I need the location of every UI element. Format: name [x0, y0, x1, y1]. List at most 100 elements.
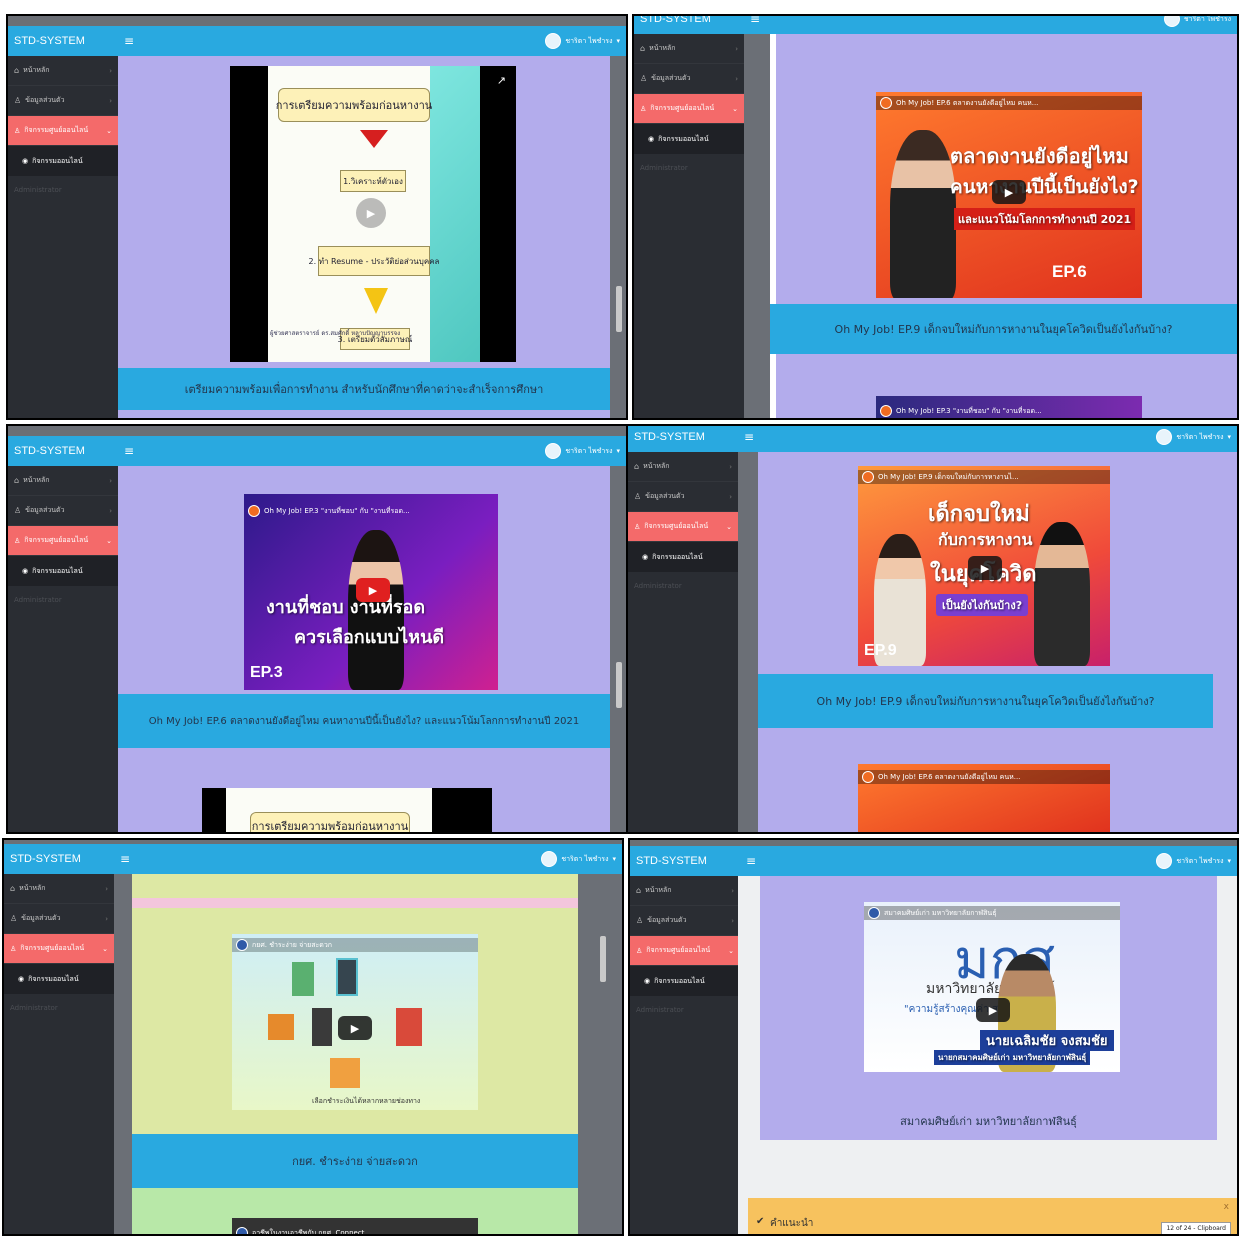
user-icon: ♙ [636, 946, 643, 955]
sidebar-subitem-online[interactable]: ◉ กิจกรรมออนไลน์ [630, 966, 740, 996]
user-icon: ♙ [634, 492, 642, 501]
user-icon: ♙ [640, 74, 648, 83]
user-menu[interactable]: ชาริตา ไพชำรง ▾ [545, 443, 626, 459]
video-caption: Oh My Job! EP.6 ตลาดงานยังดีอยู่ไหม คนหา… [118, 694, 610, 748]
play-icon[interactable]: ▶ [338, 1016, 372, 1040]
avatar [545, 443, 562, 459]
sidebar-item-activities[interactable]: ♙ กิจกรรมศูนย์ออนไลน์ ⌄ [4, 934, 114, 964]
panel-4: STD-SYSTEM ≡ ชาริตา ไพชำรง ▾ ⌂ หน้าหลัก › ♙… [626, 424, 1239, 834]
sidebar-item-profile[interactable]: ♙ ข้อมูลส่วนตัว › [8, 86, 118, 116]
video-player[interactable]: Oh My Job! EP.9 เด็กจบใหม่กับการหางานไ..… [858, 466, 1110, 666]
sidebar-subitem-online[interactable]: ◉ กิจกรรมออนไลน์ [8, 556, 118, 586]
sidebar-item-profile[interactable]: ♙ ข้อมูลส่วนตัว › [628, 482, 738, 512]
brand[interactable]: STD-SYSTEM [8, 445, 118, 457]
sidebar-item-activities[interactable]: ♙ กิจกรรมศูนย์ออนไลน์ ⌄ [634, 94, 744, 124]
channel-icon [862, 471, 874, 483]
brand[interactable]: STD-SYSTEM [630, 855, 740, 867]
sidebar-subitem-online[interactable]: ◉ กิจกรรมออนไลน์ [8, 146, 118, 176]
sidebar-admin-label: Administrator [634, 582, 682, 590]
home-icon: ⌂ [14, 476, 20, 485]
episode-label: EP.9 [864, 642, 897, 659]
user-menu[interactable]: ชาริตา ไพชำรง ▾ [541, 851, 622, 867]
next-video-preview[interactable]: อาชีพในงานอาชีพกับ กยศ. Connect [232, 1218, 478, 1234]
eye-icon: ◉ [22, 157, 29, 165]
sidebar-item-home[interactable]: ⌂ หน้าหลัก › [628, 452, 738, 482]
phone-icon [336, 958, 358, 996]
scrollbar[interactable] [616, 286, 622, 332]
sidebar-item-activities[interactable]: ♙ กิจกรรมศูนย์ออนไลน์ ⌄ [630, 936, 740, 966]
sidebar: ⌂ หน้าหลัก › ♙ ข้อมูลส่วนตัว › ♙ กิจกรรมศูนย์… [8, 56, 118, 418]
next-video-preview[interactable]: Oh My Job! EP.3 "งานที่ชอบ" กับ "งานที่ร… [876, 396, 1142, 418]
video-player[interactable]: สมาคมศิษย์เก่า มหาวิทยาลัยกาฬสินธุ์ มกส … [864, 902, 1120, 1072]
sidebar-admin-label: Administrator [10, 1004, 58, 1012]
speaker-role: นายกสมาคมศิษย์เก่า มหาวิทยาลัยกาฬสินธุ์ [934, 1050, 1091, 1065]
user-icon: ♙ [14, 536, 21, 545]
sidebar-item-home[interactable]: ⌂ หน้าหลัก › [8, 56, 118, 86]
speaker-name: นายเฉลิมชัย จงสมชัย [980, 1030, 1114, 1051]
brand[interactable]: STD-SYSTEM [628, 431, 738, 443]
video-caption: สมาคมศิษย์เก่า มหาวิทยาลัยกาฬสินธุ์ [900, 1115, 1077, 1128]
user-menu[interactable]: ชาริตา ไพชำรง ▾ [1156, 429, 1237, 445]
sidebar-item-home[interactable]: ⌂ หน้าหลัก › [630, 876, 740, 906]
sidebar-item-home[interactable]: ⌂ หน้าหลัก › [8, 466, 118, 496]
sidebar: ⌂ หน้าหลัก › ♙ ข้อมูลส่วนตัว › ♙ กิจกรรมศูนย์… [628, 452, 738, 832]
user-name: ชาริตา ไพชำรง [565, 36, 613, 45]
video-caption: Oh My Job! EP.9 เด็กจบใหม่กับการหางานในย… [770, 304, 1237, 354]
brand[interactable]: STD-SYSTEM [4, 853, 114, 865]
video-player[interactable]: Oh My Job! EP.6 ตลาดงานยังดีอยู่ไหม คนห.… [876, 92, 1142, 298]
sidebar-item-activities[interactable]: ♙ กิจกรรมศูนย์ออนไลน์ ⌄ [628, 512, 738, 542]
play-icon[interactable]: ▶ [356, 578, 390, 602]
next-video-preview[interactable]: การเตรียมความพร้อมก่อนหางาน [202, 788, 492, 832]
video-player[interactable]: Oh My Job! EP.3 "งานที่ชอบ" กับ "งานที่ร… [244, 494, 498, 690]
top-navbar: STD-SYSTEM ≡ ชาริตา ไพชำรง ▾ [4, 844, 622, 874]
episode-label: EP.6 [1052, 262, 1087, 281]
play-icon[interactable]: ▶ [992, 180, 1026, 204]
play-icon[interactable]: ▶ [968, 556, 1002, 580]
play-icon[interactable]: ▶ [976, 998, 1010, 1022]
sidebar-subitem-online[interactable]: ◉ กิจกรรมออนไลน์ [634, 124, 744, 154]
video-player[interactable]: กยศ. ชำระง่าย จ่ายสะดวก เลือกชำระเงินได้… [232, 934, 478, 1110]
video-player[interactable]: การเตรียมความพร้อมก่อนหางาน 1.วิเคราะห์ต… [230, 66, 516, 362]
menu-toggle-icon[interactable]: ≡ [124, 34, 134, 48]
channel-icon [236, 939, 248, 951]
menu-toggle-icon[interactable]: ≡ [744, 430, 754, 444]
thumb-line-3: และแนวโน้มโลกการทำงานปี 2021 [954, 208, 1136, 230]
sidebar-item-activities[interactable]: ♙ กิจกรรมศูนย์ออนไลน์ ⌄ [8, 116, 118, 146]
atm-icon [268, 1014, 294, 1040]
user-menu[interactable]: ชาริตา ไพชำรง [1163, 16, 1237, 27]
check-icon: ✔ [756, 1216, 765, 1227]
scrollbar[interactable] [616, 662, 622, 708]
close-icon[interactable]: x [1224, 1202, 1229, 1212]
menu-toggle-icon[interactable]: ≡ [120, 852, 130, 866]
sidebar-item-profile[interactable]: ♙ ข้อมูลส่วนตัว › [630, 906, 740, 936]
sidebar-item-activities[interactable]: ♙ กิจกรรมศูนย์ออนไลน์ ⌄ [8, 526, 118, 556]
brand[interactable]: STD-SYSTEM [8, 35, 118, 47]
eye-icon: ◉ [648, 135, 655, 143]
channel-icon [248, 505, 260, 517]
sidebar-subitem-online[interactable]: ◉ กิจกรรมออนไลน์ [628, 542, 738, 572]
panel-5: STD-SYSTEM ≡ ชาริตา ไพชำรง ▾ ⌂ หน้าหลัก › ♙… [2, 838, 624, 1236]
sidebar-item-profile[interactable]: ♙ ข้อมูลส่วนตัว › [634, 64, 744, 94]
sidebar-item-home[interactable]: ⌂ หน้าหลัก › [4, 874, 114, 904]
user-menu[interactable]: ชาริตา ไพชำรง ▾ [1156, 853, 1237, 869]
sidebar-subitem-online[interactable]: ◉ กิจกรรมออนไลน์ [4, 964, 114, 994]
sidebar-item-profile[interactable]: ♙ ข้อมูลส่วนตัว › [4, 904, 114, 934]
menu-toggle-icon[interactable]: ≡ [750, 16, 760, 26]
content-area: การเตรียมความพร้อมก่อนหางาน 1.วิเคราะห์ต… [118, 56, 610, 418]
user-menu[interactable]: ชาริตา ไพชำรง ▾ [545, 33, 626, 49]
external-link-icon[interactable]: ↗ [497, 74, 506, 87]
next-video-preview[interactable]: Oh My Job! EP.6 ตลาดงานยังดีอยู่ไหม คนห.… [858, 764, 1110, 832]
brand[interactable]: STD-SYSTEM [634, 16, 744, 25]
presenter-credit: ผู้ช่วยศาสตราจารย์ ดร.สมศักดิ์ หลาบปัญญา… [270, 330, 401, 337]
menu-toggle-icon[interactable]: ≡ [124, 444, 134, 458]
video-title-bar: Oh My Job! EP.6 ตลาดงานยังดีอยู่ไหม คนห.… [876, 96, 1142, 110]
menu-toggle-icon[interactable]: ≡ [746, 854, 756, 868]
home-icon: ⌂ [634, 462, 640, 471]
sidebar-item-home[interactable]: ⌂ หน้าหลัก › [634, 34, 744, 64]
sidebar-item-profile[interactable]: ♙ ข้อมูลส่วนตัว › [8, 496, 118, 526]
play-icon[interactable]: ▶ [356, 198, 386, 228]
scrollbar[interactable] [600, 936, 606, 982]
slide-step-2: 2. ทำ Resume - ประวัติย่อส่วนบุคคล [309, 246, 439, 276]
content-area: สมาคมศิษย์เก่า มหาวิทยาลัยกาฬสินธุ์ มกส … [738, 876, 1237, 1234]
panel-1: STD-SYSTEM ≡ ชาริตา ไพชำรง ▾ ⌂ หน้าหลัก › ♙… [6, 14, 628, 420]
